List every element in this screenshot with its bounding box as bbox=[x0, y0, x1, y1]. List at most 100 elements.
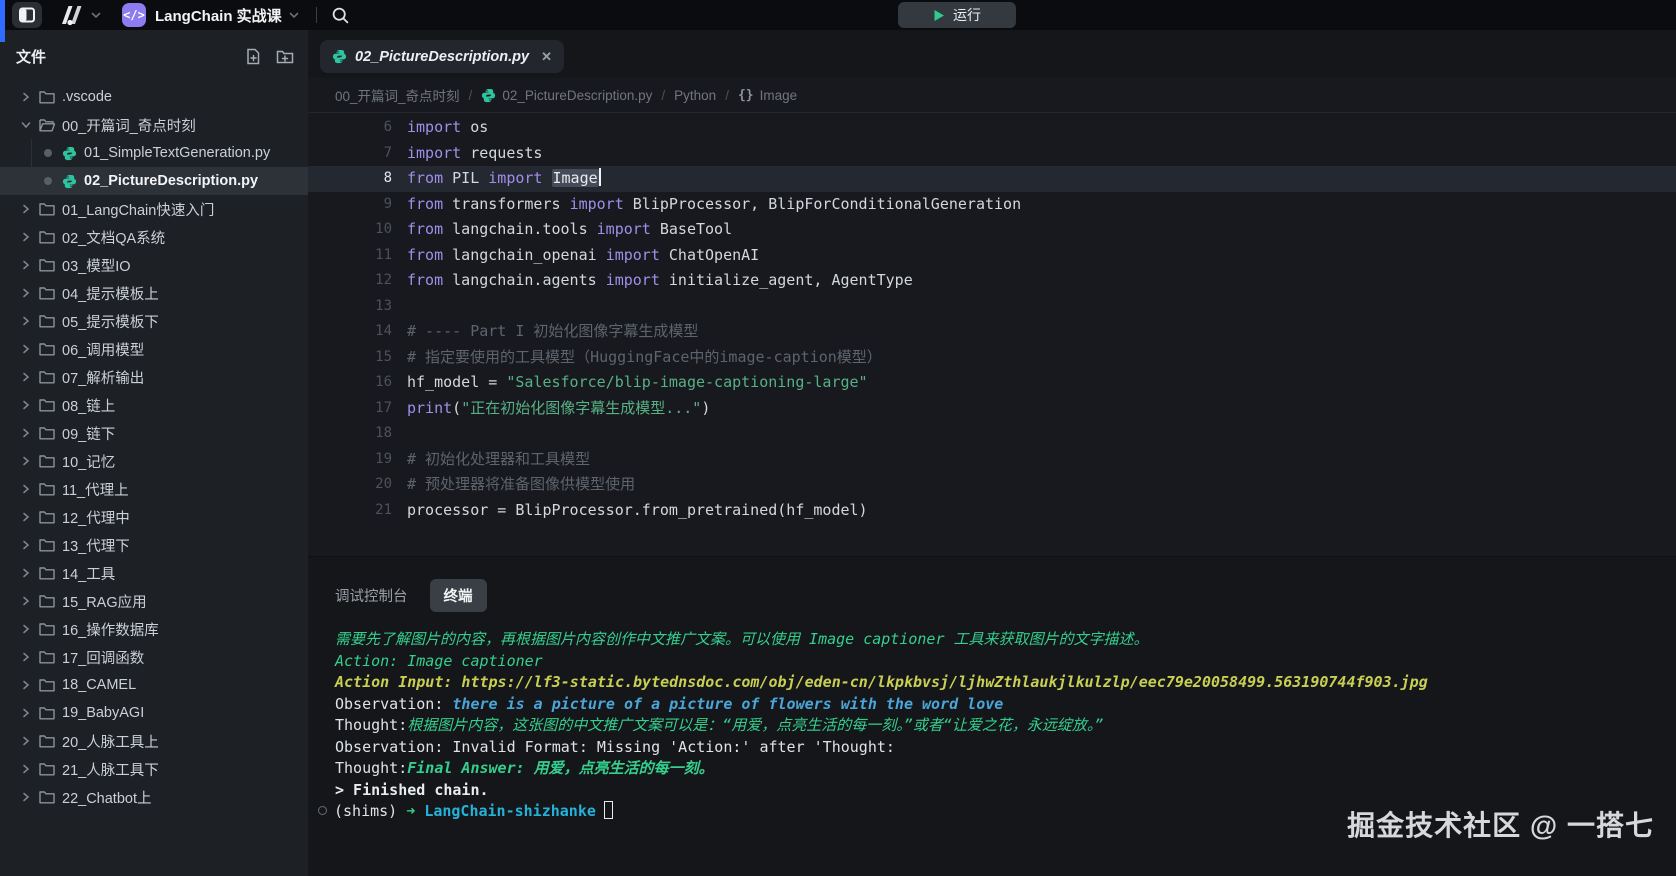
folder-icon bbox=[39, 426, 55, 440]
code-text: import os bbox=[407, 115, 488, 141]
run-button[interactable]: 运行 bbox=[898, 2, 1016, 28]
tree-item-09_-[interactable]: 09_链下 bbox=[0, 419, 308, 447]
panel-toggle-button[interactable] bbox=[12, 2, 42, 28]
file-explorer-sidebar: 文件 .vscode00_开篇词_奇点时刻01_SimpleTextGenera… bbox=[0, 30, 308, 876]
tree-item-15_RAG-[interactable]: 15_RAG应用 bbox=[0, 587, 308, 615]
tree-item-11_-[interactable]: 11_代理上 bbox=[0, 475, 308, 503]
tree-item-05_-[interactable]: 05_提示模板下 bbox=[0, 307, 308, 335]
breadcrumb-folder[interactable]: 00_开篇词_奇点时刻 bbox=[335, 85, 460, 105]
code-line-9[interactable]: 9from transformers import BlipProcessor,… bbox=[308, 192, 1676, 218]
chevron-right-icon bbox=[18, 652, 34, 662]
code-line-18[interactable]: 18 bbox=[308, 421, 1676, 447]
folder-icon bbox=[39, 230, 55, 244]
folder-icon bbox=[39, 398, 55, 412]
breadcrumb-file[interactable]: 02_PictureDescription.py bbox=[481, 88, 652, 103]
terminal-line: Action: Image captioner bbox=[335, 651, 1666, 673]
line-number: 20 bbox=[308, 472, 392, 498]
line-number: 10 bbox=[308, 217, 392, 243]
code-line-15[interactable]: 15# 指定要使用的工具模型（HuggingFace中的image-captio… bbox=[308, 345, 1676, 371]
tree-item-label: 09_链下 bbox=[62, 423, 115, 444]
tree-item-08_-[interactable]: 08_链上 bbox=[0, 391, 308, 419]
chevron-right-icon bbox=[18, 428, 34, 438]
code-line-13[interactable]: 13 bbox=[308, 294, 1676, 320]
folder-icon bbox=[39, 510, 55, 524]
folder-icon bbox=[39, 370, 55, 384]
folder-icon bbox=[39, 622, 55, 636]
tree-item-06_-[interactable]: 06_调用模型 bbox=[0, 335, 308, 363]
new-file-icon[interactable] bbox=[245, 48, 262, 65]
tree-item-label: 02_文档QA系统 bbox=[62, 227, 165, 248]
code-line-8[interactable]: 8from PIL import Image bbox=[308, 166, 1676, 192]
run-button-label: 运行 bbox=[953, 5, 981, 25]
tree-item-18_CAMEL[interactable]: 18_CAMEL bbox=[0, 671, 308, 699]
python-icon bbox=[61, 174, 77, 189]
line-number: 17 bbox=[308, 396, 392, 422]
tree-item-07_-[interactable]: 07_解析输出 bbox=[0, 363, 308, 391]
chevron-down-icon[interactable] bbox=[288, 9, 300, 21]
tree-item-label: 02_PictureDescription.py bbox=[84, 173, 258, 189]
chevron-right-icon bbox=[18, 596, 34, 606]
tree-item-04_-[interactable]: 04_提示模板上 bbox=[0, 279, 308, 307]
tree-item-20_-[interactable]: 20_人脉工具上 bbox=[0, 727, 308, 755]
line-number: 15 bbox=[308, 345, 392, 371]
folder-icon bbox=[39, 258, 55, 272]
tree-item-02_-QA-[interactable]: 02_文档QA系统 bbox=[0, 223, 308, 251]
tree-item-02_PictureDescription.py[interactable]: 02_PictureDescription.py bbox=[0, 167, 308, 195]
modified-dot-indicator bbox=[40, 177, 56, 185]
panel-tabs: 调试控制台 终端 bbox=[308, 557, 1676, 612]
tree-item-01_SimpleTextGeneration.py[interactable]: 01_SimpleTextGeneration.py bbox=[0, 139, 308, 167]
tree-item-22_Chatbot-[interactable]: 22_Chatbot上 bbox=[0, 783, 308, 811]
tree-item-.vscode[interactable]: .vscode bbox=[0, 83, 308, 111]
tree-item-label: 12_代理中 bbox=[62, 507, 130, 528]
terminal-output[interactable]: 需要先了解图片的内容，再根据图片内容创作中文推广文案。可以使用 Image ca… bbox=[335, 629, 1666, 823]
play-icon bbox=[933, 9, 945, 22]
code-line-19[interactable]: 19# 初始化处理器和工具模型 bbox=[308, 447, 1676, 473]
line-number: 12 bbox=[308, 268, 392, 294]
code-line-14[interactable]: 14# ---- Part I 初始化图像字幕生成模型 bbox=[308, 319, 1676, 345]
terminal-line: Thought:根据图片内容，这张图的中文推广文案可以是：“用爱，点亮生活的每一… bbox=[335, 715, 1666, 737]
breadcrumb-symbol[interactable]: {} Image bbox=[738, 88, 797, 103]
file-tree: .vscode00_开篇词_奇点时刻01_SimpleTextGeneratio… bbox=[0, 83, 308, 811]
chevron-down-icon[interactable] bbox=[90, 9, 102, 21]
breadcrumb-language[interactable]: Python bbox=[674, 88, 716, 103]
code-line-7[interactable]: 7import requests bbox=[308, 141, 1676, 167]
code-line-17[interactable]: 17print("正在初始化图像字幕生成模型...") bbox=[308, 396, 1676, 422]
tree-item-01_LangChain-[interactable]: 01_LangChain快速入门 bbox=[0, 195, 308, 223]
tab-debug-console[interactable]: 调试控制台 bbox=[335, 585, 408, 606]
project-name[interactable]: LangChain 实战课 bbox=[155, 5, 282, 26]
tree-item-21_-[interactable]: 21_人脉工具下 bbox=[0, 755, 308, 783]
code-line-10[interactable]: 10from langchain.tools import BaseTool bbox=[308, 217, 1676, 243]
chevron-right-icon bbox=[18, 456, 34, 466]
tree-item-17_-[interactable]: 17_回调函数 bbox=[0, 643, 308, 671]
tab-terminal[interactable]: 终端 bbox=[430, 579, 487, 612]
watermark: 掘金技术社区 @ 一搭七 bbox=[1347, 804, 1654, 844]
search-icon[interactable] bbox=[331, 6, 350, 25]
tree-item-13_-[interactable]: 13_代理下 bbox=[0, 531, 308, 559]
tree-item-16_-[interactable]: 16_操作数据库 bbox=[0, 615, 308, 643]
new-folder-icon[interactable] bbox=[276, 48, 294, 65]
code-line-6[interactable]: 6import os bbox=[308, 115, 1676, 141]
braces-icon: {} bbox=[738, 88, 754, 103]
code-line-12[interactable]: 12from langchain.agents import initializ… bbox=[308, 268, 1676, 294]
tree-item-14_-[interactable]: 14_工具 bbox=[0, 559, 308, 587]
terminal-line: Observation: there is a picture of a pic… bbox=[335, 694, 1666, 716]
tree-item-12_-[interactable]: 12_代理中 bbox=[0, 503, 308, 531]
close-icon[interactable]: ✕ bbox=[541, 49, 552, 65]
marscode-logo[interactable] bbox=[58, 3, 84, 27]
tree-item-10_-[interactable]: 10_记忆 bbox=[0, 447, 308, 475]
code-line-20[interactable]: 20# 预处理器将准备图像供模型使用 bbox=[308, 472, 1676, 498]
tree-item-19_BabyAGI[interactable]: 19_BabyAGI bbox=[0, 699, 308, 727]
tree-item-label: 11_代理上 bbox=[62, 479, 129, 500]
chevron-right-icon bbox=[18, 484, 34, 494]
chevron-right-icon bbox=[18, 400, 34, 410]
code-line-11[interactable]: 11from langchain_openai import ChatOpenA… bbox=[308, 243, 1676, 269]
folder-icon bbox=[39, 90, 55, 104]
code-line-21[interactable]: 21processor = BlipProcessor.from_pretrai… bbox=[308, 498, 1676, 524]
tree-item-00_-_-[interactable]: 00_开篇词_奇点时刻 bbox=[0, 111, 308, 139]
line-number: 21 bbox=[308, 498, 392, 524]
chevron-right-icon bbox=[18, 680, 34, 690]
code-editor[interactable]: 6import os7import requests8from PIL impo… bbox=[308, 113, 1676, 523]
editor-tab[interactable]: 02_PictureDescription.py ✕ bbox=[320, 40, 564, 73]
code-line-16[interactable]: 16hf_model = "Salesforce/blip-image-capt… bbox=[308, 370, 1676, 396]
tree-item-03_-IO[interactable]: 03_模型IO bbox=[0, 251, 308, 279]
